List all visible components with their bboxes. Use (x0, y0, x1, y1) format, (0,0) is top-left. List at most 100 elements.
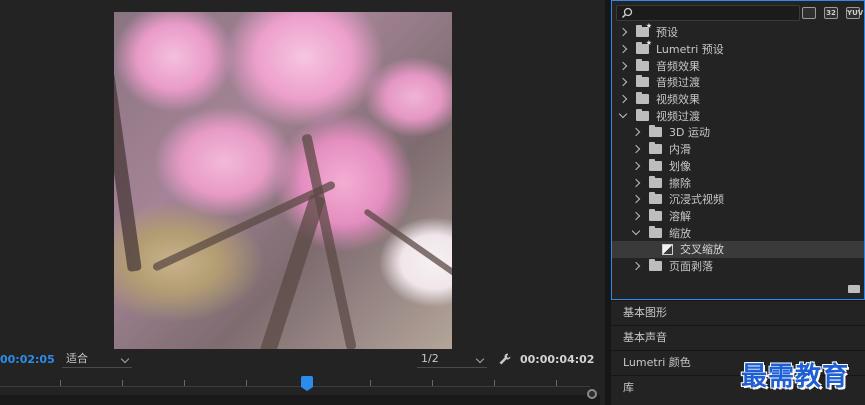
zoom-scrollbar-handle[interactable] (587, 389, 597, 399)
tree-item[interactable]: 3D 运动 (612, 124, 864, 141)
search-icon (621, 7, 633, 19)
zoom-scrollbar[interactable] (0, 395, 600, 405)
tree-item-label: 视频效果 (656, 93, 700, 107)
tree-item-label: 视频过渡 (656, 109, 700, 123)
accelerated-effects-icon[interactable] (802, 7, 816, 19)
effects-search-input[interactable] (637, 6, 797, 20)
chevron-right-icon[interactable] (631, 194, 641, 204)
folder-icon (649, 208, 662, 221)
chevron-down-icon[interactable] (631, 226, 641, 236)
tree-item-label: 划像 (669, 159, 691, 173)
branch-shape (363, 208, 452, 282)
folder-icon (649, 225, 662, 238)
tree-item-label: 内滑 (669, 143, 691, 157)
ruler-tick (122, 380, 123, 386)
folder-icon (636, 108, 649, 121)
tree-item-label: 3D 运动 (669, 126, 710, 140)
panel-essential-sound[interactable]: 基本声音 (611, 325, 865, 350)
tree-item[interactable]: 音频效果 (612, 57, 864, 74)
ruler-tick (370, 380, 371, 386)
tree-item-label: 音频效果 (656, 59, 700, 73)
current-timecode[interactable]: 00:02:05 (0, 353, 55, 366)
tree-item-label: 页面剥落 (669, 259, 713, 273)
tree-item[interactable]: 音频过渡 (612, 74, 864, 91)
chevron-right-icon[interactable] (631, 261, 641, 271)
chevron-right-icon[interactable] (631, 178, 641, 187)
effects-tree: 预设 Lumetri 预设音频效果音频过渡视频效果视频过渡 3D 运动内滑划像擦除沉… (612, 22, 864, 275)
effects-search-box[interactable] (616, 5, 800, 21)
tree-item-label: 沉浸式视频 (669, 193, 724, 207)
monitor-time-ruler[interactable] (0, 372, 605, 394)
tree-item[interactable]: 擦除 (612, 174, 864, 191)
32-bit-icon[interactable]: 32 (824, 7, 838, 19)
program-monitor: 00:02:05 适合 1/2 00:00:04:02 (0, 0, 605, 405)
folder-icon (649, 158, 662, 171)
tree-item[interactable]: 视频效果 (612, 91, 864, 108)
tree-item-label: 缩放 (669, 226, 691, 240)
chevron-right-icon[interactable] (631, 144, 641, 154)
tree-item-label: 交叉缩放 (680, 243, 724, 257)
wrench-icon[interactable] (498, 352, 512, 366)
playback-resolution-dropdown[interactable]: 1/2 (417, 351, 487, 368)
zoom-fit-label: 适合 (66, 352, 88, 365)
tree-item-label: 溶解 (669, 209, 691, 223)
tree-item[interactable]: Lumetri 预设 (612, 39, 864, 58)
chevron-right-icon[interactable] (631, 211, 641, 221)
32-bit-label: 32 (826, 9, 836, 17)
chevron-right-icon[interactable] (618, 94, 628, 104)
tree-item[interactable]: 视频过渡 (612, 107, 864, 124)
tree-item[interactable]: 缩放 (612, 224, 864, 241)
transition-icon (662, 243, 673, 255)
folder-icon (636, 75, 649, 88)
folder-icon (649, 258, 662, 271)
folder-icon (636, 58, 649, 71)
playhead-marker[interactable] (301, 376, 313, 391)
chevron-right-icon[interactable] (618, 78, 628, 87)
zoom-fit-dropdown[interactable]: 适合 (62, 351, 132, 368)
folder-icon (636, 92, 649, 105)
monitor-controls: 00:02:05 适合 1/2 00:00:04:02 (0, 349, 605, 371)
ruler-line (0, 386, 590, 387)
chevron-right-icon[interactable] (618, 61, 628, 70)
chevron-down-icon (120, 354, 130, 364)
new-bin-icon[interactable] (848, 285, 860, 293)
yuv-icon[interactable]: YUV (846, 7, 864, 19)
ruler-tick (556, 380, 557, 386)
ruler-tick (432, 380, 433, 386)
folder-icon (649, 125, 662, 138)
folder-icon (649, 142, 662, 155)
tree-item[interactable]: 内滑 (612, 141, 864, 158)
tree-item[interactable]: 划像 (612, 158, 864, 175)
tree-item-label: 擦除 (669, 176, 691, 190)
yuv-label: YUV (847, 9, 864, 17)
watermark-text: 最需教育 (741, 362, 850, 392)
chevron-down-icon[interactable] (618, 110, 628, 119)
chevron-right-icon[interactable] (631, 161, 641, 171)
chevron-right-icon[interactable] (618, 28, 628, 37)
branch-shape (114, 71, 142, 273)
tree-item[interactable]: 溶解 (612, 208, 864, 225)
chevron-right-icon[interactable] (618, 44, 628, 54)
folder-icon (649, 192, 662, 205)
chevron-right-icon[interactable] (631, 128, 641, 137)
tree-item[interactable]: 沉浸式视频 (612, 191, 864, 208)
chevron-down-icon (475, 354, 485, 364)
tree-item[interactable]: 交叉缩放 (612, 240, 864, 258)
effects-search-row: 32 YUV (612, 3, 864, 23)
tree-item[interactable]: 页面剥落 (612, 258, 864, 275)
folder-star-icon (636, 39, 652, 55)
ruler-tick (246, 380, 247, 386)
folder-icon (649, 175, 662, 188)
ruler-tick (184, 380, 185, 386)
panel-essential-graphics[interactable]: 基本图形 (611, 300, 865, 325)
tree-item-label: 音频过渡 (656, 76, 700, 90)
effects-panel: 32 YUV 预设 Lumetri 预设音频效果音频过渡视频效果视频过渡 3D 运动… (611, 0, 865, 300)
resolution-label: 1/2 (421, 352, 439, 365)
duration-timecode: 00:00:04:02 (520, 353, 595, 366)
video-preview[interactable] (114, 12, 452, 349)
folder-star-icon (636, 22, 652, 38)
tree-item-label: 预设 (656, 26, 678, 40)
tree-item-label: Lumetri 预设 (656, 43, 724, 57)
ruler-tick (60, 380, 61, 386)
ruler-tick (494, 380, 495, 386)
